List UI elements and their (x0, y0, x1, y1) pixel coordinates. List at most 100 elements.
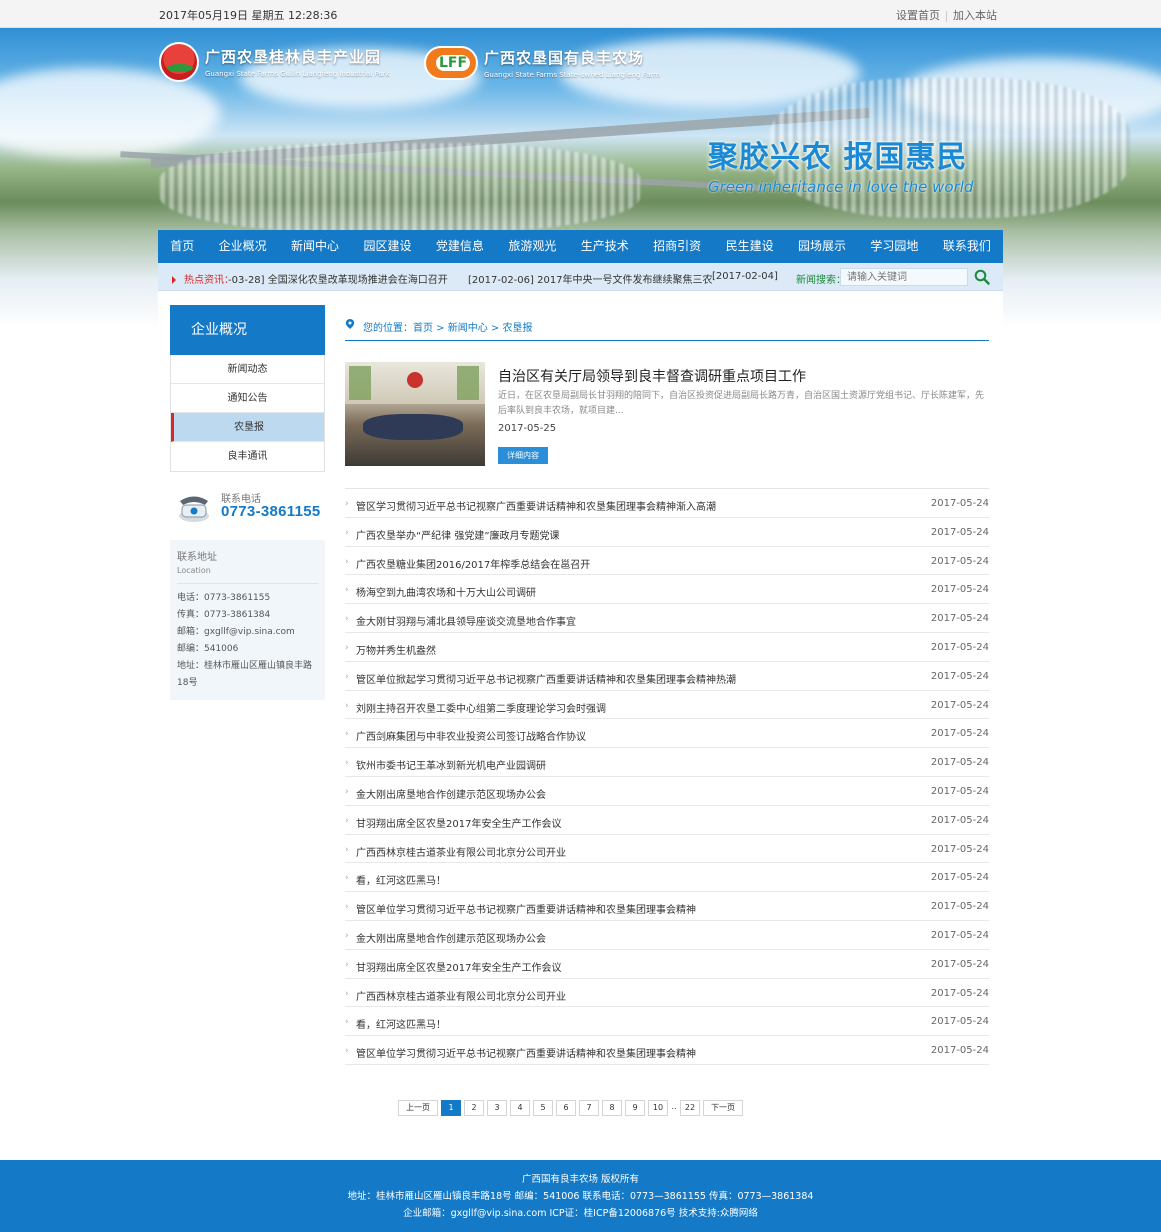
footer-address: 地址：桂林市雁山区雁山镇良丰路18号 邮编：541006 联系电话：0773—3… (347, 1191, 814, 1202)
news-title[interactable]: 杨海空到九曲湾农场和十万大山公司调研 (356, 584, 536, 599)
news-search-input[interactable] (840, 268, 968, 286)
news-title[interactable]: 看，红河这匹黑马！ (356, 872, 446, 887)
news-title[interactable]: 看，红河这匹黑马！ (356, 1016, 446, 1031)
list-item[interactable]: › 甘羽翔出席全区农垦2017年安全生产工作会议 2017-05-24 (345, 806, 989, 835)
news-title[interactable]: 管区学习贯彻习近平总书记视察广西重要讲话精神和农垦集团理事会精神渐入高潮 (356, 498, 716, 513)
news-title[interactable]: 金大刚甘羽翔与浦北县领导座谈交流垦地合作事宜 (356, 613, 576, 628)
search-icon[interactable] (974, 269, 990, 285)
news-title[interactable]: 刘刚主持召开农垦工委中心组第二季度理论学习会时强调 (356, 700, 606, 715)
sidebar-menu: 新闻动态 通知公告 农垦报 良丰通讯 (170, 355, 325, 472)
location-pin-icon (345, 319, 355, 329)
page-button[interactable]: 5 (533, 1100, 553, 1116)
nav-item-about[interactable]: 企业概况 (206, 230, 278, 263)
chevron-right-icon: › (345, 642, 349, 653)
page-button[interactable]: 4 (510, 1100, 530, 1116)
page-button[interactable]: 3 (487, 1100, 507, 1116)
sidebar-item-liangfeng-newsletter[interactable]: 良丰通讯 (171, 442, 324, 471)
contact-address: 地址：桂林市雁山区雁山镇良丰路18号 (177, 661, 313, 688)
news-title[interactable]: 甘羽翔出席全区农垦2017年安全生产工作会议 (356, 815, 561, 830)
nav-item-home[interactable]: 首页 (158, 230, 206, 263)
list-item[interactable]: › 钦州市委书记王革冰到新光机电产业园调研 2017-05-24 (345, 748, 989, 777)
chevron-right-icon: › (345, 988, 349, 999)
read-more-button[interactable]: 详细内容 (498, 447, 548, 464)
list-item[interactable]: › 管区单位掀起学习贯彻习近平总书记视察广西重要讲话精神和农垦集团理事会精神热潮 2… (345, 662, 989, 691)
list-item[interactable]: › 万物并秀生机盎然 2017-05-24 (345, 633, 989, 662)
nav-item-party[interactable]: 党建信息 (424, 230, 496, 263)
nav-item-production[interactable]: 生产技术 (569, 230, 641, 263)
next-page-button[interactable]: 下一页 (703, 1100, 743, 1116)
news-search-label: 新闻搜索： (796, 275, 846, 286)
featured-title[interactable]: 自治区有关厅局领导到良丰督查调研重点项目工作 (498, 366, 806, 386)
list-item[interactable]: › 金大刚出席垦地合作创建示范区现场办公会 2017-05-24 (345, 777, 989, 806)
news-title[interactable]: 金大刚出席垦地合作创建示范区现场办公会 (356, 930, 546, 945)
page-button[interactable]: 6 (556, 1100, 576, 1116)
hot-news-label: 热点资讯： (172, 271, 234, 286)
logo-liangfeng-farm[interactable]: 广西农垦国有良丰农场 Guangxi State Farms State-own… (424, 46, 660, 80)
ticker-item[interactable]: [2017-02-04] (712, 271, 778, 282)
sidebar-item-notices[interactable]: 通知公告 (171, 384, 324, 413)
logo-liangfeng-park[interactable]: 广西农垦桂林良丰产业园 Guangxi State Farms Guilin L… (159, 42, 390, 82)
ticker-item[interactable]: [2017-02-06] 2017年中央一号文件发布继续聚焦三农 (468, 271, 713, 286)
news-title[interactable]: 广西农垦举办“严纪律 强党建”廉政月专题党课 (356, 527, 560, 542)
add-favorite-link[interactable]: 加入本站 (953, 9, 997, 22)
chevron-right-icon: › (345, 499, 349, 509)
last-page-button[interactable]: 22 (680, 1100, 700, 1116)
featured-photo[interactable] (345, 362, 485, 466)
news-title[interactable]: 金大刚出席垦地合作创建示范区现场办公会 (356, 786, 546, 801)
list-item[interactable]: › 广西农垦举办“严纪律 强党建”廉政月专题党课 2017-05-24 (345, 518, 989, 547)
news-title[interactable]: 广西西林京桂古道茶业有限公司北京分公司开业 (356, 844, 566, 859)
nav-item-park-construction[interactable]: 园区建设 (351, 230, 423, 263)
speaker-icon (172, 276, 180, 284)
list-item[interactable]: › 刘刚主持召开农垦工委中心组第二季度理论学习会时强调 2017-05-24 (345, 691, 989, 720)
nav-item-showcase[interactable]: 园场展示 (786, 230, 858, 263)
list-item[interactable]: › 广西西林京桂古道茶业有限公司北京分公司开业 2017-05-24 (345, 979, 989, 1008)
list-item[interactable]: › 广西西林京桂古道茶业有限公司北京分公司开业 2017-05-24 (345, 835, 989, 864)
news-title[interactable]: 钦州市委书记王革冰到新光机电产业园调研 (356, 757, 546, 772)
news-date: 2017-05-24 (930, 670, 989, 682)
nav-item-study[interactable]: 学习园地 (858, 230, 930, 263)
sidebar-item-nongken-news[interactable]: 农垦报 (171, 413, 324, 442)
page-button[interactable]: 7 (579, 1100, 599, 1116)
page-button[interactable]: 1 (441, 1100, 461, 1116)
news-title[interactable]: 管区单位掀起学习贯彻习近平总书记视察广西重要讲话精神和农垦集团理事会精神热潮 (356, 671, 736, 686)
nav-item-news[interactable]: 新闻中心 (279, 230, 351, 263)
list-item[interactable]: › 看，红河这匹黑马！ 2017-05-24 (345, 863, 989, 893)
news-title[interactable]: 万物并秀生机盎然 (356, 642, 436, 657)
address-subtitle: Location (177, 566, 211, 575)
nav-item-investment[interactable]: 招商引资 (641, 230, 713, 263)
page-button[interactable]: 10 (648, 1100, 668, 1116)
nav-item-livelihood[interactable]: 民生建设 (713, 230, 785, 263)
page-button[interactable]: 8 (602, 1100, 622, 1116)
list-item[interactable]: › 广西农垦糖业集团2016/2017年榨季总结会在邕召开 2017-05-24 (345, 547, 989, 576)
news-title[interactable]: 广西农垦糖业集团2016/2017年榨季总结会在邕召开 (356, 556, 590, 571)
nav-item-contact[interactable]: 联系我们 (931, 230, 1003, 263)
list-item[interactable]: › 管区单位学习贯彻习近平总书记视察广西重要讲话精神和农垦集团理事会精神 2017-… (345, 892, 989, 921)
news-title[interactable]: 管区单位学习贯彻习近平总书记视察广西重要讲话精神和农垦集团理事会精神 (356, 901, 696, 916)
prev-page-button[interactable]: 上一页 (398, 1100, 438, 1116)
contact-address-block: 联系地址 Location 电话：0773-3861155 传真：0773-38… (170, 540, 325, 700)
news-date: 2017-05-24 (930, 987, 989, 999)
logo1-english-name: Guangxi State Farms Guilin Liangfeng Ind… (205, 70, 390, 78)
top-bar: 2017年05月19日 星期五 12:28:36 设置首页 加入本站 (0, 0, 1161, 28)
list-item[interactable]: › 杨海空到九曲湾农场和十万大山公司调研 2017-05-24 (345, 575, 989, 605)
breadcrumb-text[interactable]: 您的位置：首页 > 新闻中心 > 农垦报 (363, 319, 532, 334)
news-title[interactable]: 广西西林京桂古道茶业有限公司北京分公司开业 (356, 988, 566, 1003)
list-item[interactable]: › 看，红河这匹黑马！ 2017-05-24 (345, 1007, 989, 1037)
main-content: 企业概况 新闻动态 通知公告 农垦报 良丰通讯 联系电话 0773-386115… (158, 291, 1003, 1145)
sidebar-item-news-updates[interactable]: 新闻动态 (171, 355, 324, 384)
news-title[interactable]: 广西剑麻集团与中非农业投资公司签订战略合作协议 (356, 728, 586, 743)
set-home-link[interactable]: 设置首页 (896, 9, 940, 22)
ticker-item[interactable]: -03-28] 全国深化农垦改革现场推进会在海口召开 (228, 271, 448, 286)
list-item[interactable]: › 管区单位学习贯彻习近平总书记视察广西重要讲话精神和农垦集团理事会精神 2017-… (345, 1036, 989, 1065)
news-date: 2017-05-24 (930, 584, 989, 596)
list-item[interactable]: › 金大刚甘羽翔与浦北县领导座谈交流垦地合作事宜 2017-05-24 (345, 604, 989, 633)
list-item[interactable]: › 管区学习贯彻习近平总书记视察广西重要讲话精神和农垦集团理事会精神渐入高潮 201… (345, 489, 989, 518)
page-button[interactable]: 9 (625, 1100, 645, 1116)
list-item[interactable]: › 广西剑麻集团与中非农业投资公司签订战略合作协议 2017-05-24 (345, 719, 989, 749)
nav-item-tourism[interactable]: 旅游观光 (496, 230, 568, 263)
page-button[interactable]: 2 (464, 1100, 484, 1116)
news-title[interactable]: 管区单位学习贯彻习近平总书记视察广西重要讲话精神和农垦集团理事会精神 (356, 1045, 696, 1060)
list-item[interactable]: › 金大刚出席垦地合作创建示范区现场办公会 2017-05-24 (345, 921, 989, 950)
news-title[interactable]: 甘羽翔出席全区农垦2017年安全生产工作会议 (356, 959, 561, 974)
list-item[interactable]: › 甘羽翔出席全区农垦2017年安全生产工作会议 2017-05-24 (345, 950, 989, 979)
